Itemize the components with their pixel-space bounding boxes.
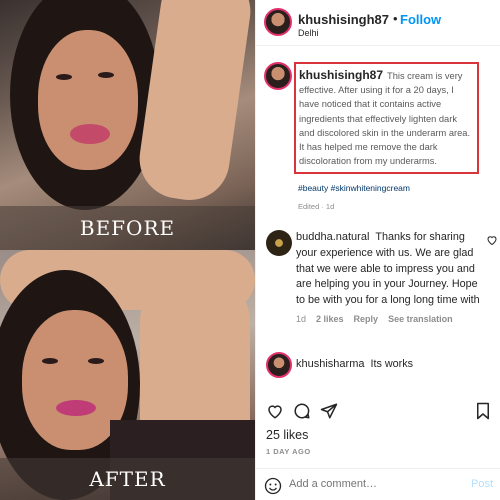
commenter-avatar[interactable] [266,352,292,378]
post-header: khushisingh87 • Follow Delhi [256,0,500,46]
after-photo: AFTER [0,250,255,500]
post-panel: khushisingh87 • Follow Delhi khushisingh… [255,0,500,500]
comment-item: buddha.natural Thanks for sharing your ex… [266,230,498,320]
header-username[interactable]: khushisingh87 [298,12,389,27]
comment-time: 1d [296,314,307,324]
like-comment-heart-icon[interactable] [486,234,498,246]
caption-username[interactable]: khushisingh87 [299,68,383,82]
bookmark-icon[interactable] [474,402,492,420]
caption-text: This cream is very effective. After usin… [299,71,471,167]
caption-avatar[interactable] [264,62,292,90]
face [38,30,138,170]
comment-likes[interactable]: 2 likes [316,314,344,324]
comment-item: khushisharma Its works [266,352,496,380]
see-translation-button[interactable]: See translation [388,314,453,324]
follow-button[interactable]: Follow [400,12,441,27]
heart-icon[interactable] [266,402,284,420]
lips [56,400,96,416]
comment-input[interactable] [289,478,439,490]
eye [98,72,114,78]
comment-body: khushisharma Its works [296,357,481,373]
lips [70,124,110,144]
share-icon[interactable] [320,402,338,420]
location-link[interactable]: Delhi [298,28,319,38]
caption-highlight: khushisingh87 This cream is very effectiv… [294,62,479,174]
post-actions [266,402,338,420]
edited-label: Edited · 1d [298,202,335,211]
commenter-avatar[interactable] [266,230,292,256]
reply-button[interactable]: Reply [354,314,379,324]
before-label: BEFORE [0,206,255,250]
post-button[interactable]: Post [471,478,493,490]
comment-username[interactable]: khushisharma [296,358,364,370]
separator-dot: • [393,11,398,26]
emoji-icon[interactable] [264,477,282,495]
hashtags-link[interactable]: #beauty #skinwhiteningcream [298,183,410,193]
comment-text: Its works [370,358,414,370]
post-date: 1 DAY AGO [266,447,311,456]
add-comment-bar: Post [256,468,500,500]
avatar[interactable] [264,8,292,36]
before-photo: BEFORE [0,0,255,250]
eye [88,358,104,364]
comment-username[interactable]: buddha.natural [296,231,369,243]
raised-arm [134,0,255,206]
comment-meta: 1d 2 likes Reply See translation [296,314,453,324]
eye [42,358,58,364]
before-after-photos: BEFORE AFTER [0,0,255,500]
eye [56,74,72,80]
comment-body: buddha.natural Thanks for sharing your ex… [296,230,481,309]
comment-icon[interactable] [293,402,311,420]
likes-count[interactable]: 25 likes [266,428,308,442]
after-label: AFTER [0,458,255,500]
